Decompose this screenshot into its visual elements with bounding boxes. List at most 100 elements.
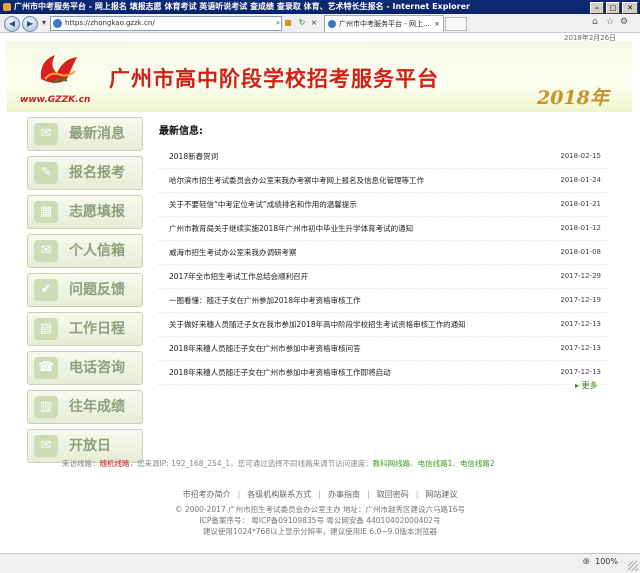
footer-link-contacts[interactable]: 各级机构联系方式 — [247, 490, 311, 499]
close-button[interactable]: ✕ — [622, 2, 638, 14]
footer-link-about[interactable]: 市招考办简介 — [183, 490, 231, 499]
news-title-link[interactable]: 广州市教育局关于继续实施2018年广州市初中毕业生升学体育考试的通知 — [169, 217, 413, 240]
line-link-telecom-1[interactable]: 电信线路1 — [418, 459, 453, 468]
lock-icon[interactable]: ■ — [282, 16, 294, 29]
mailbox-icon: ✉ — [34, 240, 58, 262]
sidebar-item-label: 问题反馈 — [69, 282, 125, 298]
sidebar-item-label: 个人信箱 — [69, 243, 125, 259]
current-line-link[interactable]: 随机线路 — [100, 459, 130, 468]
footer-sep: | — [237, 490, 241, 499]
news-title-link[interactable]: 哈尔滨市招生考试委员会办公室来我办考察中考网上报名及信息化管理等工作 — [169, 169, 424, 192]
footer-sep: | — [415, 490, 419, 499]
zoom-level[interactable]: 100% — [595, 557, 618, 566]
news-date: 2017-12-13 — [560, 320, 601, 328]
sidebar-item-phone[interactable]: ☎ 电话咨询 — [27, 351, 143, 385]
favorites-icon[interactable]: ☆ — [606, 17, 614, 27]
new-tab-button[interactable] — [445, 17, 467, 31]
news-title-link[interactable]: 2018新春贺词 — [169, 145, 218, 168]
news-title-link[interactable]: 威海市招生考试办公室来我办调研考察 — [169, 241, 297, 264]
minimize-button[interactable]: – — [590, 2, 604, 14]
sidebar-item-mailbox[interactable]: ✉ 个人信箱 — [27, 234, 143, 268]
news-item[interactable]: 一图看懂：随迁子女在广州参加2018年中考资格审核工作 2017-12-19 — [158, 289, 608, 313]
news-item[interactable]: 2018新春贺词 2018-02-15 — [158, 145, 608, 169]
news-item[interactable]: 关于做好来穗人员随迁子女在我市参加2018年高中阶段学校招生考试资格审核工作的通… — [158, 313, 608, 337]
forward-button[interactable]: ▶ — [22, 16, 38, 32]
more-news-link[interactable]: ▸ 更多 — [575, 380, 598, 391]
phone-icon: ☎ — [34, 357, 58, 379]
line-prefix: 来访线路： — [62, 459, 100, 468]
tab-close-icon[interactable]: × — [434, 16, 440, 32]
line-link-edu[interactable]: 教科网线路 — [373, 459, 411, 468]
footer-line: 建议使用1024*768以上显示分辨率，建议使用IE 6.0~9.0版本浏览器 — [202, 527, 438, 536]
back-button[interactable]: ◀ — [4, 16, 20, 32]
address-url[interactable]: https://zhongkao.gzzk.cn/ — [65, 17, 155, 30]
footer-link-guide[interactable]: 办事指南 — [328, 490, 360, 499]
site-title: 广州市高中阶段学校招考服务平台 — [109, 66, 439, 91]
sidebar-item-label: 最新消息 — [69, 126, 125, 142]
news-title-link[interactable]: 2017年全市招生考试工作总结会顺利召开 — [169, 265, 308, 288]
news-title-link[interactable]: 2018年来穗人员随迁子女在广州市参加中考资格审核工作即将启动 — [169, 361, 391, 384]
resize-grip[interactable] — [628, 561, 638, 571]
footer-nav: 市招考办简介 | 各级机构联系方式 | 办事指南 | 取回密码 | 网站建议 — [0, 489, 640, 500]
sidebar-item-calendar[interactable]: ▤ 工作日程 — [27, 312, 143, 346]
sidebar-menu: ✉ 最新消息 ✎ 报名报考 ▦ 志愿填报 ✉ 个人信箱 ✔ 问题反馈 ▤ 工作日… — [27, 117, 143, 468]
site-banner: www.GZZK.cn 广州市高中阶段学校招考服务平台 2018年 — [7, 41, 632, 112]
news-item[interactable]: 广州市教育局关于继续实施2018年广州市初中毕业生升学体育考试的通知 2018-0… — [158, 217, 608, 241]
footer-copyright: © 2000-2017 广州市招生考试委员会办公室主办 地址：广州市越秀区建设六… — [0, 504, 640, 537]
scores-icon: ▥ — [34, 396, 58, 418]
news-title-link[interactable]: 关于做好来穗人员随迁子女在我市参加2018年高中阶段学校招生考试资格审核工作的通… — [169, 313, 466, 336]
news-item[interactable]: 2017年全市招生考试工作总结会顺利召开 2017-12-29 — [158, 265, 608, 289]
news-date: 2017-12-29 — [560, 272, 601, 280]
news-title-link[interactable]: 关于不要轻信“中考定位考试”成绩排名和作用的温馨提示 — [169, 193, 357, 216]
news-date: 2017-12-13 — [560, 344, 601, 352]
site-logo-icon[interactable] — [37, 49, 81, 89]
news-title-link[interactable]: 一图看懂：随迁子女在广州参加2018年中考资格审核工作 — [169, 289, 361, 312]
site-favicon-icon — [53, 19, 62, 28]
news-date: 2018-01-24 — [560, 176, 601, 184]
sidebar-item-label: 报名报考 — [69, 165, 125, 181]
news-item[interactable]: 哈尔滨市招生考试委员会办公室来我办考察中考网上报名及信息化管理等工作 2018-0… — [158, 169, 608, 193]
footer-link-suggest[interactable]: 网站建议 — [425, 490, 457, 499]
sidebar-item-wish[interactable]: ▦ 志愿填报 — [27, 195, 143, 229]
news-date: 2018-01-08 — [560, 248, 601, 256]
sidebar-item-news[interactable]: ✉ 最新消息 — [27, 117, 143, 151]
ie-app-icon — [3, 3, 11, 11]
footer-sep: | — [367, 490, 370, 499]
site-logo-text: www.GZZK.cn — [20, 95, 91, 105]
sidebar-item-register[interactable]: ✎ 报名报考 — [27, 156, 143, 190]
tab-current[interactable]: 广州市中考服务平台 - 网上... × — [324, 15, 444, 32]
news-item[interactable]: 关于不要轻信“中考定位考试”成绩排名和作用的温馨提示 2018-01-21 — [158, 193, 608, 217]
maximize-button[interactable]: □ — [606, 2, 620, 14]
feedback-icon: ✔ — [34, 279, 58, 301]
zoom-icon[interactable]: ⊕ — [582, 557, 590, 567]
news-icon: ✉ — [34, 123, 58, 145]
history-dropdown-icon[interactable]: ▾ — [38, 16, 50, 29]
news-title-link[interactable]: 2018年来穗人员随迁子女在广州市参加中考资格审核问答 — [169, 337, 361, 360]
access-line-info: 来访线路：随机线路，您来源IP: 192_168_254_1，您可通过选择不同线… — [62, 459, 495, 468]
news-item[interactable]: 2018年来穗人员随迁子女在广州市参加中考资格审核问答 2017-12-13 — [158, 337, 608, 361]
home-icon[interactable]: ⌂ — [592, 17, 598, 27]
news-item[interactable]: 威海市招生考试办公室来我办调研考察 2018-01-08 — [158, 241, 608, 265]
news-date: 2018-01-21 — [560, 200, 601, 208]
banner-year: 2018年 — [537, 87, 609, 109]
tab-favicon-icon — [328, 20, 336, 28]
footer-line: © 2000-2017 广州市招生考试委员会办公室主办 地址：广州市越秀区建设六… — [174, 505, 466, 514]
sidebar-item-scores[interactable]: ▥ 往年成绩 — [27, 390, 143, 424]
more-arrow-icon: ▸ — [575, 381, 580, 390]
browser-toolbar: ◀ ▶ ▾ https://zhongkao.gzzk.cn/ ⌕ ■ ↻ × … — [0, 14, 640, 33]
address-bar[interactable]: https://zhongkao.gzzk.cn/ — [50, 16, 282, 31]
status-bar: ⊕ 100% — [0, 553, 640, 573]
sidebar-item-feedback[interactable]: ✔ 问题反馈 — [27, 273, 143, 307]
sidebar-item-label: 电话咨询 — [69, 360, 125, 376]
footer-link-password[interactable]: 取回密码 — [377, 490, 409, 499]
register-icon: ✎ — [34, 162, 58, 184]
openday-icon: ✉ — [34, 435, 58, 457]
refresh-icon[interactable]: ↻ — [296, 16, 308, 29]
footer-line: ICP备案序号： 粤ICP备09109835号 粤公网安备 4401040200… — [199, 516, 441, 525]
news-item[interactable]: 2018年来穗人员随迁子女在广州市参加中考资格审核工作即将启动 2017-12-1… — [158, 361, 608, 385]
stop-icon[interactable]: × — [308, 16, 320, 29]
line-link-telecom-2[interactable]: 电信线路2 — [460, 459, 495, 468]
settings-icon[interactable]: ⚙ — [620, 17, 628, 27]
line-ip-text: ，您来源IP: 192_168_254_1，您可通过选择不同线路来调节访问速度： — [129, 459, 373, 468]
news-date: 2018-02-15 — [560, 152, 601, 160]
